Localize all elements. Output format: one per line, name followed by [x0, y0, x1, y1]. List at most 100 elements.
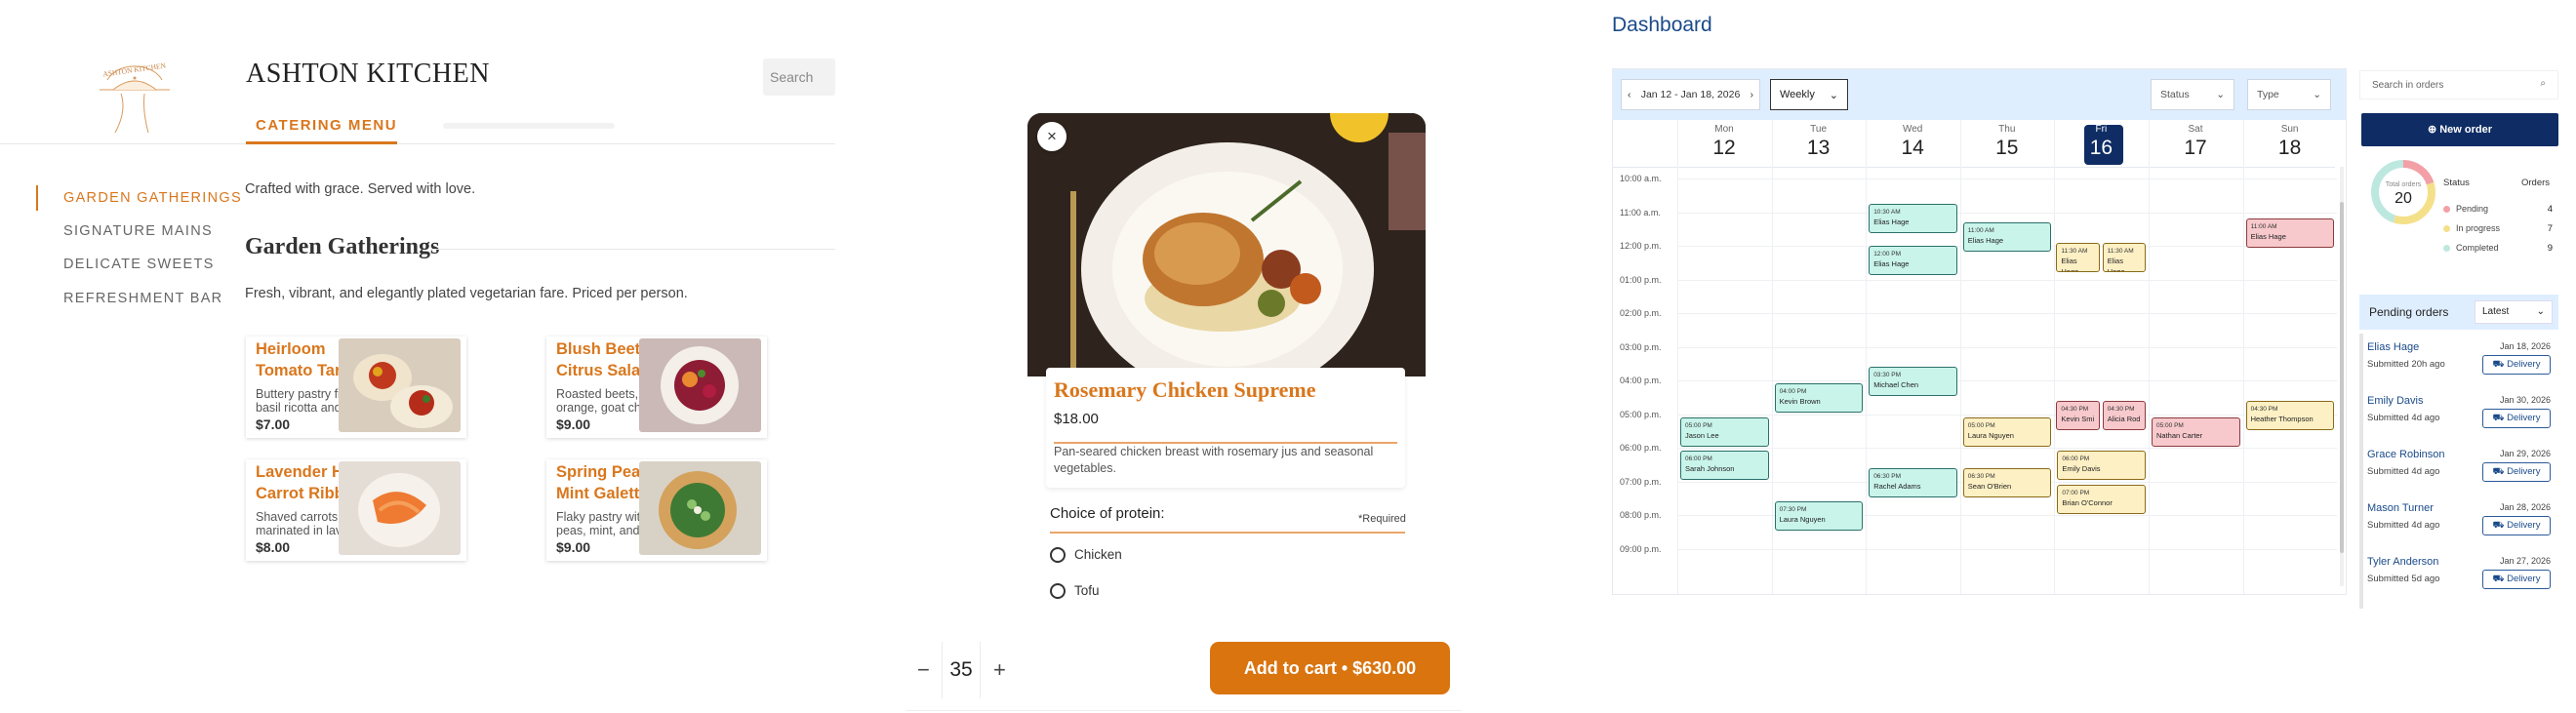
- event-name: Emily Davis: [2062, 464, 2101, 474]
- customer-name[interactable]: Mason Turner: [2367, 502, 2434, 514]
- tomato-tartlet-image: [339, 338, 461, 432]
- day-header[interactable]: Sat 17: [2149, 124, 2242, 160]
- calendar-event[interactable]: 04:30 PM Heather Thompson: [2245, 400, 2335, 430]
- sort-select[interactable]: Latest ⌄: [2475, 300, 2553, 324]
- sidebar-item-garden-gatherings[interactable]: GARDEN GATHERINGS: [63, 190, 242, 206]
- column-line: [1866, 120, 1868, 594]
- delivery-button[interactable]: ⛟ Delivery: [2482, 462, 2551, 482]
- hour-line: [1677, 313, 2337, 314]
- menu-card[interactable]: Heirloom Tomato Tartlet Buttery pastry f…: [246, 337, 466, 438]
- calendar-event[interactable]: 05:00 PM Laura Nguyen: [1962, 416, 2052, 447]
- view-select[interactable]: Weekly ⌄: [1770, 79, 1848, 110]
- calendar-event[interactable]: 06:30 PM Sean O'Brien: [1962, 467, 2052, 497]
- customer-name[interactable]: Emily Davis: [2367, 395, 2423, 407]
- radio-tofu[interactable]: [1050, 583, 1066, 599]
- pending-order[interactable]: Emily Davis Jan 30, 2026 Submitted 4d ago ⛟…: [2359, 395, 2558, 448]
- event-name: Elias Hage: [2107, 256, 2125, 272]
- hour-line: [1677, 279, 2337, 281]
- menu-card[interactable]: Blush Beet & Citrus Salad Roasted beets,…: [546, 337, 767, 438]
- calendar-event[interactable]: 06:00 PM Sarah Johnson: [1680, 451, 1769, 481]
- day-header[interactable]: Thu 15: [1960, 124, 2054, 160]
- delivery-button[interactable]: ⛟ Delivery: [2482, 355, 2551, 375]
- delivery-button[interactable]: ⛟ Delivery: [2482, 409, 2551, 428]
- quantity-value[interactable]: 35: [942, 642, 981, 698]
- pending-order[interactable]: Grace Robinson Jan 29, 2026 Submitted 4d a…: [2359, 449, 2558, 501]
- sidebar-item-signature-mains[interactable]: SIGNATURE MAINS: [63, 223, 213, 239]
- status-filter[interactable]: Status ⌄: [2151, 79, 2234, 110]
- chevron-right-icon[interactable]: ›: [1750, 89, 1753, 100]
- add-to-cart-button[interactable]: Add to cart • $630.00: [1210, 642, 1450, 694]
- delivery-button[interactable]: ⛟ Delivery: [2482, 570, 2551, 589]
- event-name: Laura Nguyen: [1779, 515, 1826, 525]
- calendar-event[interactable]: 05:00 PM Jason Lee: [1680, 416, 1769, 447]
- calendar-event[interactable]: 05:00 PM Nathan Carter: [2152, 416, 2240, 447]
- menu-card[interactable]: Spring Pea & Mint Galette Flaky pastry w…: [546, 459, 767, 561]
- option-label[interactable]: Chicken: [1074, 547, 1122, 562]
- time-label: 02:00 p.m.: [1620, 308, 1662, 318]
- new-order-button[interactable]: ⊕ New order: [2361, 113, 2558, 146]
- day-header[interactable]: Tue 13: [1772, 124, 1866, 160]
- chevron-left-icon[interactable]: ‹: [1628, 89, 1631, 100]
- calendar-event[interactable]: 07:30 PM Laura Nguyen: [1774, 501, 1864, 532]
- card-price: $9.00: [556, 416, 591, 432]
- pending-order[interactable]: Elias Hage Jan 18, 2026 Submitted 20h ago ⛟…: [2359, 341, 2558, 394]
- radio-chicken[interactable]: [1050, 547, 1066, 563]
- calendar-event[interactable]: 06:30 PM Rachel Adams: [1869, 467, 1957, 497]
- event-name: Elias Hage: [2061, 256, 2079, 272]
- day-header[interactable]: Sun 18: [2243, 124, 2337, 160]
- calendar-event[interactable]: 11:00 AM Elias Hage: [2245, 218, 2335, 249]
- close-button[interactable]: ×: [1037, 122, 1067, 151]
- calendar-event[interactable]: 11:30 AM Elias Hage: [2102, 242, 2146, 272]
- date-range-picker[interactable]: ‹ Jan 12 - Jan 18, 2026 ›: [1621, 79, 1760, 110]
- logo[interactable]: ASHTON KITCHEN: [86, 43, 183, 137]
- increase-button[interactable]: +: [993, 657, 1006, 683]
- chevron-down-icon: ⌄: [2216, 89, 2225, 100]
- day-header[interactable]: Fri 16: [2054, 124, 2148, 160]
- event-time: 04:30 PM: [2107, 405, 2135, 413]
- hour-line: [1677, 178, 2337, 179]
- calendar-event[interactable]: 12:00 PM Elias Hage: [1869, 246, 1957, 275]
- calendar-event[interactable]: 03:30 PM Michael Chen: [1869, 367, 1957, 397]
- calendar-event[interactable]: 07:00 PM Brian O'Connor: [2057, 484, 2146, 514]
- calendar-event[interactable]: 10:30 AM Elias Hage: [1869, 203, 1957, 233]
- calendar-event[interactable]: 11:30 AM Elias Hage: [2056, 242, 2100, 272]
- orders-search-input[interactable]: Search in orders ⌕: [2359, 70, 2558, 99]
- calendar-event[interactable]: 04:00 PM Kevin Brown: [1774, 383, 1864, 414]
- pending-orders-header: Pending orders Latest ⌄: [2359, 295, 2558, 330]
- day-header[interactable]: Wed 14: [1866, 124, 1959, 160]
- event-name: Heather Thompson: [2250, 414, 2314, 423]
- sidebar-item-refreshment-bar[interactable]: REFRESHMENT BAR: [63, 291, 222, 306]
- customer-name[interactable]: Grace Robinson: [2367, 449, 2445, 460]
- pending-order[interactable]: Tyler Anderson Jan 27, 2026 Submitted 5d a…: [2359, 556, 2558, 609]
- customer-name[interactable]: Tyler Anderson: [2367, 556, 2438, 568]
- brand-name[interactable]: ASHTON KITCHEN: [246, 59, 490, 90]
- chevron-down-icon: ⌄: [1829, 89, 1838, 101]
- header-divider: [0, 143, 835, 144]
- option-label[interactable]: Tofu: [1074, 583, 1100, 598]
- day-header[interactable]: Mon 12: [1677, 124, 1771, 160]
- calendar-event[interactable]: 04:30 PM Alicia Rod: [2102, 400, 2146, 430]
- calendar-event[interactable]: 06:00 PM Emily Davis: [2057, 451, 2146, 481]
- menu-card[interactable]: Lavender Honey Carrot Ribbons Shaved car…: [246, 459, 466, 561]
- scrollbar-thumb[interactable]: [2340, 202, 2344, 553]
- calendar-event[interactable]: 04:30 PM Kevin Smi: [2056, 400, 2100, 430]
- delivery-button[interactable]: ⛟ Delivery: [2482, 516, 2551, 535]
- truck-icon: ⛟: [2492, 359, 2508, 370]
- delivery-label: Delivery: [2507, 359, 2541, 370]
- customer-name[interactable]: Elias Hage: [2367, 341, 2419, 353]
- tab-catering-menu[interactable]: CATERING MENU: [256, 117, 397, 134]
- pending-order[interactable]: Mason Turner Jan 28, 2026 Submitted 4d ago…: [2359, 502, 2558, 555]
- type-filter[interactable]: Type ⌄: [2247, 79, 2331, 110]
- event-time: 10:30 AM: [1873, 208, 1901, 216]
- new-order-label: New order: [2439, 124, 2493, 136]
- beet-salad-image: [639, 338, 761, 432]
- sidebar-item-delicate-sweets[interactable]: DELICATE SWEETS: [63, 257, 215, 272]
- decrease-button[interactable]: −: [917, 657, 930, 683]
- event-time: 07:00 PM: [2062, 489, 2090, 496]
- search-input[interactable]: Search: [763, 59, 835, 96]
- dashboard: Dashboard ‹ Jan 12 - Jan 18, 2026 › Week…: [1610, 0, 2576, 713]
- column-line: [1771, 120, 1773, 594]
- status-count: 9: [2547, 243, 2553, 254]
- orders-donut-chart: Total orders 20: [2369, 158, 2437, 226]
- calendar-event[interactable]: 11:00 AM Elias Hage: [1962, 221, 2052, 252]
